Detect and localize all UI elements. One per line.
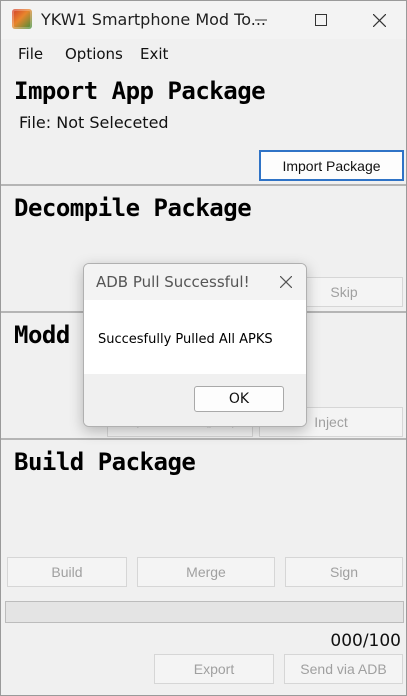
dialog-message: Succesfully Pulled All APKS <box>98 332 273 347</box>
build-section-title: Build Package <box>14 448 196 476</box>
file-status-label: File: Not Seleceted <box>19 113 169 132</box>
build-button[interactable]: Build <box>7 557 127 587</box>
dialog-footer: OK <box>84 374 306 426</box>
main-window: YKW1 Smartphone Mod To... File Options E… <box>0 0 407 696</box>
progress-bar <box>5 601 404 623</box>
close-icon <box>280 276 292 288</box>
merge-button[interactable]: Merge <box>137 557 275 587</box>
menu-exit[interactable]: Exit <box>140 45 168 63</box>
modding-section-title: Modd <box>14 321 70 349</box>
export-button[interactable]: Export <box>154 654 274 684</box>
menu-bar: File Options Exit <box>1 39 406 69</box>
maximize-icon <box>315 14 327 26</box>
section-divider <box>1 438 406 440</box>
app-icon <box>12 9 32 29</box>
maximize-button[interactable] <box>291 1 351 39</box>
adb-pull-dialog: ADB Pull Successful! Succesfully Pulled … <box>83 263 307 427</box>
import-section-title: Import App Package <box>14 77 266 105</box>
minimize-icon <box>255 19 267 21</box>
section-divider <box>1 184 406 186</box>
close-icon <box>372 13 386 27</box>
send-via-adb-button[interactable]: Send via ADB <box>284 654 403 684</box>
decompile-section-title: Decompile Package <box>14 194 252 222</box>
progress-counter: 000/100 <box>330 631 401 651</box>
minimize-button[interactable] <box>231 1 291 39</box>
menu-options[interactable]: Options <box>65 45 123 63</box>
menu-file[interactable]: File <box>18 45 43 63</box>
import-package-button[interactable]: Import Package <box>259 150 404 181</box>
title-bar[interactable]: YKW1 Smartphone Mod To... <box>1 1 406 39</box>
sign-button[interactable]: Sign <box>285 557 403 587</box>
dialog-close-button[interactable] <box>266 264 306 300</box>
ok-button[interactable]: OK <box>194 386 284 412</box>
dialog-title: ADB Pull Successful! <box>96 273 250 291</box>
close-button[interactable] <box>349 1 406 39</box>
dialog-header[interactable]: ADB Pull Successful! <box>84 264 306 300</box>
